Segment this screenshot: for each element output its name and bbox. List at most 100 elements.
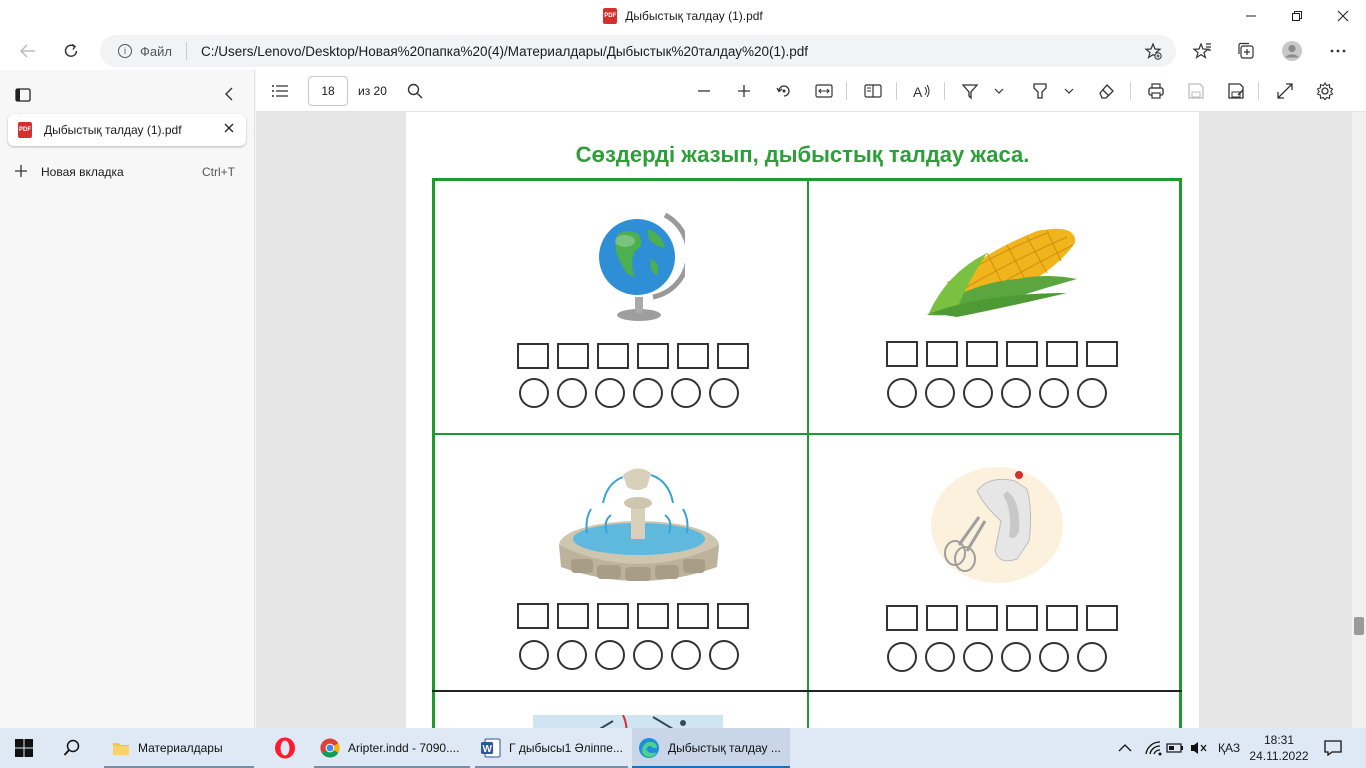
favorites-button[interactable] [1187,36,1217,66]
search-button[interactable] [401,77,429,105]
restore-button[interactable] [1274,0,1320,32]
scrollbar-thumb[interactable] [1354,617,1364,635]
close-tab-icon[interactable] [222,121,236,139]
sound-circle[interactable] [557,640,587,670]
vertical-scrollbar[interactable] [1352,112,1366,728]
letter-box[interactable] [717,603,749,629]
network-button[interactable] [1144,728,1162,768]
taskbar-chrome[interactable]: Aripter.indd - 7090.... [314,728,470,768]
draw-button[interactable] [956,77,984,105]
letter-box[interactable] [886,341,918,367]
sound-circle[interactable] [557,378,587,408]
address-bar[interactable]: i Файл C:/Users/Lenovo/Desktop/Новая%20п… [100,35,1176,67]
start-button[interactable] [0,728,48,768]
letter-box[interactable] [1086,341,1118,367]
info-icon[interactable]: i [118,44,132,58]
letter-box[interactable] [926,605,958,631]
sound-circle[interactable] [887,642,917,672]
contents-button[interactable] [266,77,294,105]
url-text[interactable]: C:/Users/Lenovo/Desktop/Новая%20папка%20… [201,44,808,59]
letter-box[interactable] [637,343,669,369]
letter-box[interactable] [517,343,549,369]
sound-circle[interactable] [925,378,955,408]
close-window-button[interactable] [1320,0,1366,32]
letter-box[interactable] [677,343,709,369]
taskbar-opera[interactable] [262,728,308,768]
sound-circle[interactable] [671,378,701,408]
read-aloud-button[interactable]: A [908,77,936,105]
highlight-options-button[interactable] [1060,77,1078,105]
letter-box[interactable] [717,343,749,369]
page-number-input[interactable]: 18 [308,76,348,106]
battery-button[interactable] [1166,728,1184,768]
volume-button[interactable] [1190,728,1208,768]
sound-circle[interactable] [963,642,993,672]
pdf-settings-button[interactable] [1311,77,1339,105]
sound-circle[interactable] [709,640,739,670]
sound-circle[interactable] [963,378,993,408]
taskbar-word[interactable]: W Г дыбысы1 Әліппе... [475,728,628,768]
profile-button[interactable] [1277,36,1307,66]
sound-circle[interactable] [1001,378,1031,408]
zoom-in-button[interactable] [730,77,758,105]
refresh-button[interactable] [56,36,86,66]
zoom-out-button[interactable] [690,77,718,105]
letter-box[interactable] [637,603,669,629]
save-as-button[interactable] [1222,77,1250,105]
language-indicator[interactable]: ҚАЗ [1218,728,1240,768]
settings-menu-button[interactable] [1323,36,1353,66]
fit-width-button[interactable] [810,77,838,105]
taskbar-search-button[interactable] [48,728,96,768]
collections-button[interactable] [1231,36,1261,66]
sound-circle[interactable] [633,378,663,408]
letter-box[interactable] [557,603,589,629]
sound-circle[interactable] [595,378,625,408]
tab-pdf[interactable]: PDF Дыбыстық талдау (1).pdf [8,114,246,146]
back-button[interactable] [13,36,43,66]
sound-circle[interactable] [1001,642,1031,672]
taskbar-explorer[interactable]: Материалдары [104,728,254,768]
sound-circle[interactable] [671,640,701,670]
sound-circle[interactable] [1077,378,1107,408]
page-view-button[interactable] [859,77,887,105]
letter-box[interactable] [966,341,998,367]
erase-button[interactable] [1092,77,1120,105]
taskbar-edge[interactable]: Дыбыстық талдау ... [632,728,790,768]
pdf-viewer[interactable]: Сөздерді жазып, дыбыстық талдау жаса. [256,112,1366,728]
letter-box[interactable] [926,341,958,367]
sound-circle[interactable] [887,378,917,408]
show-hidden-icons-button[interactable] [1118,728,1132,768]
tab-actions-icon[interactable] [14,86,32,107]
fullscreen-button[interactable] [1271,77,1299,105]
clock[interactable]: 18:31 24.11.2022 [1240,732,1318,764]
letter-box[interactable] [966,605,998,631]
sound-circle[interactable] [1039,642,1069,672]
letter-box[interactable] [1046,341,1078,367]
new-tab-button[interactable]: Новая вкладка Ctrl+T [14,162,239,182]
letter-box[interactable] [1006,605,1038,631]
sound-circle[interactable] [595,640,625,670]
rotate-button[interactable] [770,77,798,105]
letter-box[interactable] [557,343,589,369]
save-button[interactable] [1182,77,1210,105]
sound-circle[interactable] [633,640,663,670]
draw-options-button[interactable] [990,77,1008,105]
collapse-pane-button[interactable] [222,86,238,105]
letter-box[interactable] [886,605,918,631]
letter-box[interactable] [517,603,549,629]
letter-box[interactable] [1046,605,1078,631]
sound-circle[interactable] [709,378,739,408]
highlight-button[interactable] [1026,77,1054,105]
sound-circle[interactable] [519,640,549,670]
minimize-button[interactable] [1228,0,1274,32]
letter-box[interactable] [677,603,709,629]
sound-circle[interactable] [1039,378,1069,408]
sound-circle[interactable] [925,642,955,672]
letter-box[interactable] [1086,605,1118,631]
letter-box[interactable] [597,343,629,369]
notifications-button[interactable] [1324,728,1342,768]
add-favorite-icon[interactable] [1144,42,1162,63]
print-button[interactable] [1142,77,1170,105]
letter-box[interactable] [1006,341,1038,367]
sound-circle[interactable] [1077,642,1107,672]
